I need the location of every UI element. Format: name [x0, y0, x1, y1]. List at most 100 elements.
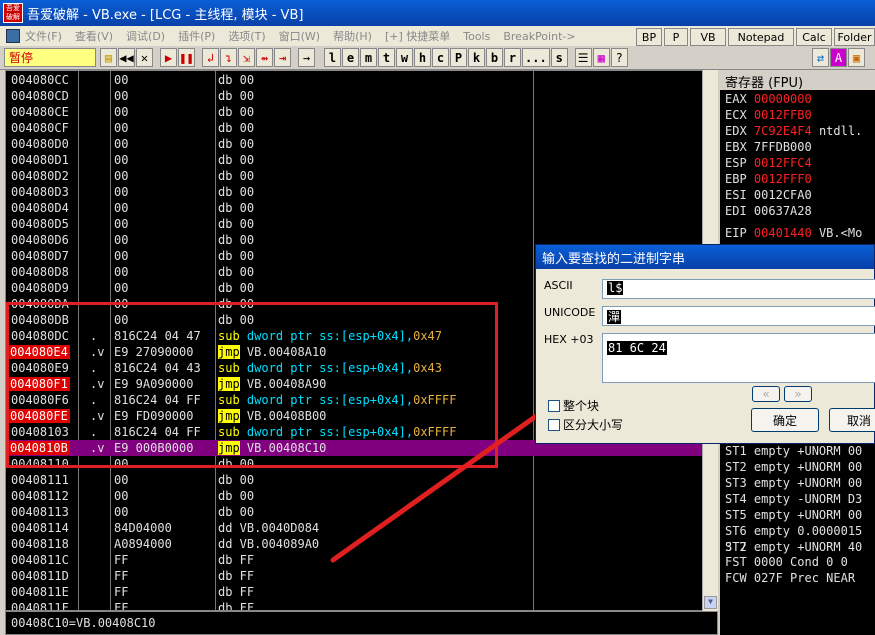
- toolbar: 暂停 ▤ ◀◀ ✕ ▶ ❚❚ ↲ ↴ ⇲ ⇴ ⇥ → l e m t w h c…: [0, 46, 875, 70]
- disasm-row[interactable]: 004080D3 00 db 00: [6, 184, 706, 200]
- menu-tools[interactable]: Tools: [463, 30, 490, 43]
- a-icon[interactable]: A: [830, 48, 847, 67]
- toolbar-b[interactable]: b: [486, 48, 503, 67]
- toolbar-l[interactable]: l: [324, 48, 341, 67]
- ascii-field[interactable]: l$: [602, 279, 875, 299]
- row-hex: 00: [114, 217, 129, 231]
- open-icon[interactable]: ▤: [100, 48, 117, 67]
- ok-button[interactable]: 确定: [751, 408, 819, 432]
- menu-help[interactable]: 帮助(H): [333, 28, 372, 44]
- menu-quick[interactable]: [+] 快捷菜单: [385, 28, 450, 44]
- entire-block-checkbox[interactable]: 整个块: [548, 397, 599, 414]
- case-sensitive-checkbox[interactable]: 区分大小写: [548, 416, 623, 433]
- unicode-field[interactable]: 潬: [602, 306, 875, 326]
- menu-debug[interactable]: 调试(D): [126, 28, 165, 44]
- trace-over-icon[interactable]: ⇴: [256, 48, 273, 67]
- register-name: EIP: [725, 226, 747, 240]
- help-icon[interactable]: ?: [610, 48, 628, 67]
- disasm-row[interactable]: 0040811D FF db FF: [6, 568, 706, 584]
- image-icon[interactable]: ▣: [848, 48, 865, 67]
- row-hex: FF: [114, 569, 129, 583]
- row-disasm: db FF: [218, 553, 255, 567]
- run-icon[interactable]: ▶: [160, 48, 177, 67]
- register-value: 7C92E4F4: [753, 124, 812, 138]
- vb-button[interactable]: VB: [690, 28, 726, 46]
- scroll-down-icon[interactable]: ▼: [704, 596, 717, 609]
- step-over-icon[interactable]: ↴: [220, 48, 237, 67]
- toolbar-P[interactable]: P: [450, 48, 467, 67]
- toolbar-w[interactable]: w: [396, 48, 413, 67]
- execute-till-return-icon[interactable]: ⇥: [274, 48, 291, 67]
- disasm-row[interactable]: 0040811E FF db FF: [6, 584, 706, 600]
- register-row[interactable]: EBX 7FFDB000: [725, 140, 812, 154]
- disasm-row[interactable]: 00408111 00 db 00: [6, 472, 706, 488]
- folder-button[interactable]: Folder: [834, 28, 875, 46]
- fpu-row: ST3 empty +UNORM 00: [725, 476, 863, 490]
- goto-icon[interactable]: →: [298, 48, 315, 67]
- disasm-row[interactable]: 004080D1 00 db 00: [6, 152, 706, 168]
- toolbar-h[interactable]: h: [414, 48, 431, 67]
- toolbar-r[interactable]: r: [504, 48, 521, 67]
- register-row[interactable]: ECX 0012FFB0: [725, 108, 812, 122]
- calc-button[interactable]: Calc: [796, 28, 832, 46]
- disasm-row[interactable]: 00408113 00 db 00: [6, 504, 706, 520]
- cpu-window-icon[interactable]: [6, 29, 20, 43]
- disasm-row[interactable]: 004080CC 00 db 00: [6, 72, 706, 88]
- step-into-icon[interactable]: ↲: [202, 48, 219, 67]
- disasm-row[interactable]: 004080CD 00 db 00: [6, 88, 706, 104]
- close-icon[interactable]: ✕: [136, 48, 153, 67]
- register-row[interactable]: EBP 0012FFF0: [725, 172, 812, 186]
- fpu-row: FST 0000 Cond 0 0: [725, 555, 848, 569]
- register-value: 0012FFF0: [753, 172, 812, 186]
- register-row[interactable]: EAX 00000000: [725, 92, 812, 106]
- row-hex: 00: [114, 265, 129, 279]
- bp-button[interactable]: BP: [636, 28, 662, 46]
- toolbar-e[interactable]: e: [342, 48, 359, 67]
- disasm-row[interactable]: 004080D0 00 db 00: [6, 136, 706, 152]
- register-row[interactable]: EDX 7C92E4F4 ntdll.: [725, 124, 862, 138]
- scroll-right-icon[interactable]: »: [784, 386, 812, 402]
- toolbar-c[interactable]: c: [432, 48, 449, 67]
- list-icon[interactable]: ☰: [574, 48, 592, 67]
- menu-breakpoint[interactable]: BreakPoint->: [503, 30, 575, 43]
- register-row[interactable]: ESP 0012FFC4: [725, 156, 812, 170]
- hex-field[interactable]: 81 6C 24: [602, 333, 875, 383]
- menu-window[interactable]: 窗口(W): [279, 28, 320, 44]
- register-row[interactable]: ESI 0012CFA0: [725, 188, 812, 202]
- toolbar-s[interactable]: s: [550, 48, 568, 67]
- disasm-row[interactable]: 0040811F FF db FF: [6, 600, 706, 611]
- register-row[interactable]: EDI 00637A28: [725, 204, 812, 218]
- scroll-left-icon[interactable]: «: [752, 386, 780, 402]
- toolbar-k[interactable]: k: [468, 48, 485, 67]
- row-disasm: db FF: [218, 601, 255, 611]
- rewind-icon[interactable]: ◀◀: [118, 48, 135, 67]
- register-name: EDX: [725, 124, 747, 138]
- row-address: 00408118: [11, 537, 69, 551]
- toolbar-t[interactable]: t: [378, 48, 395, 67]
- trace-into-icon[interactable]: ⇲: [238, 48, 255, 67]
- menu-options[interactable]: 选项(T): [228, 28, 265, 44]
- case-sensitive-label: 区分大小写: [563, 418, 624, 432]
- toolbar-m[interactable]: m: [360, 48, 377, 67]
- disasm-row[interactable]: 00408112 00 db 00: [6, 488, 706, 504]
- register-row[interactable]: EIP 00401440 VB.<Mo: [725, 226, 862, 240]
- menu-view[interactable]: 查看(V): [75, 28, 113, 44]
- menu-file[interactable]: 文件(F): [25, 28, 62, 44]
- pause-icon[interactable]: ❚❚: [178, 48, 195, 67]
- p-button[interactable]: P: [664, 28, 688, 46]
- refresh-icon[interactable]: ⇄: [812, 48, 829, 67]
- disasm-row[interactable]: 00408118 A0894000 dd VB.004089A0: [6, 536, 706, 552]
- notepad-button[interactable]: Notepad: [728, 28, 794, 46]
- disasm-row[interactable]: 004080D5 00 db 00: [6, 216, 706, 232]
- toolbar-ellipsis[interactable]: ...: [522, 48, 550, 67]
- cancel-button[interactable]: 取消: [829, 408, 875, 432]
- disasm-row[interactable]: 00408114 84D04000 dd VB.0040D084: [6, 520, 706, 536]
- disasm-row[interactable]: 004080CF 00 db 00: [6, 120, 706, 136]
- disasm-row[interactable]: 004080CE 00 db 00: [6, 104, 706, 120]
- menu-plugins[interactable]: 插件(P): [178, 28, 215, 44]
- disasm-row[interactable]: 004080D4 00 db 00: [6, 200, 706, 216]
- disasm-row[interactable]: 004080D2 00 db 00: [6, 168, 706, 184]
- grid-icon[interactable]: ▦: [592, 48, 610, 67]
- disasm-row[interactable]: 0040811C FF db FF: [6, 552, 706, 568]
- window-title: 吾爱破解 - VB.exe - [LCG - 主线程, 模块 - VB]: [27, 7, 304, 23]
